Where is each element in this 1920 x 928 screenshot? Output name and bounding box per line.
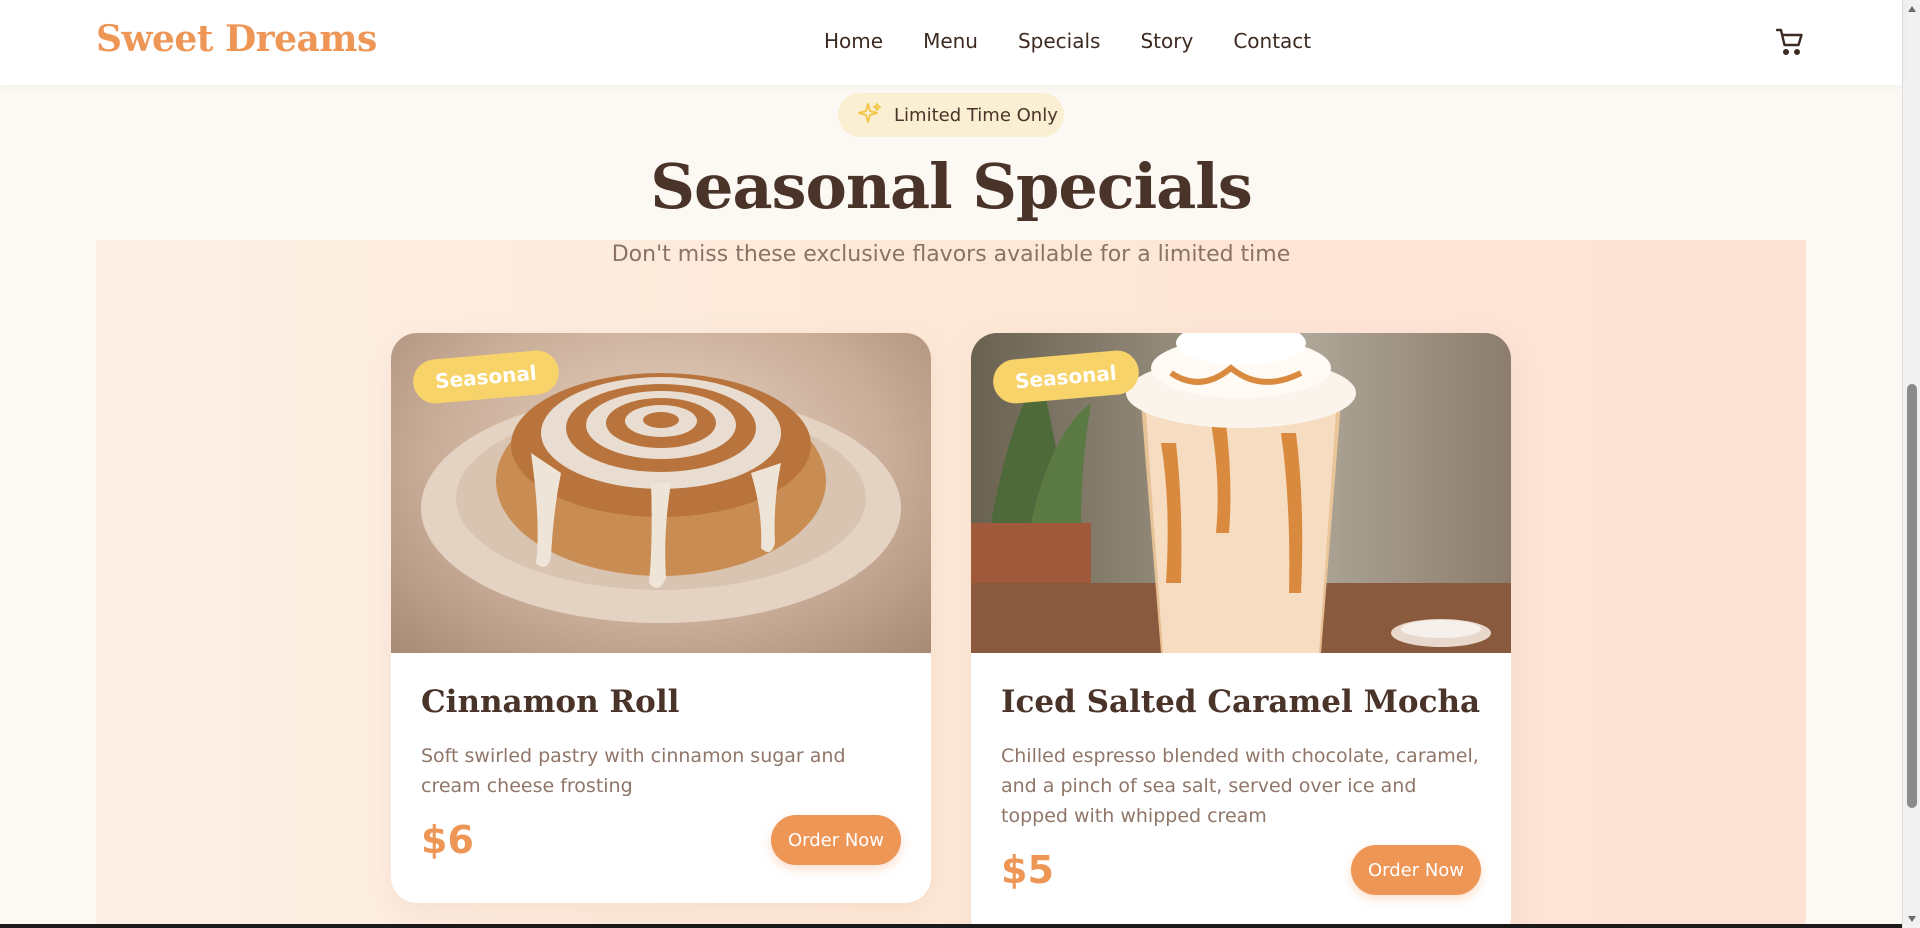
scroll-up-icon[interactable] [1907, 4, 1917, 14]
scroll-down-icon[interactable] [1907, 914, 1917, 924]
order-now-button[interactable]: Order Now [1351, 845, 1481, 895]
nav-menu[interactable]: Menu [923, 29, 978, 53]
iced-mocha-image: Seasonal [971, 333, 1511, 653]
section-title: Seasonal Specials [650, 150, 1253, 223]
limited-time-pill: Limited Time Only [838, 93, 1064, 137]
brand-logo[interactable]: Sweet Dreams [96, 18, 377, 60]
card-body: Iced Salted Caramel Mocha Chilled espres… [971, 653, 1511, 895]
product-card-iced-mocha: Seasonal Iced Salted Caramel Mocha Chill… [971, 333, 1511, 928]
product-description: Chilled espresso blended with chocolate,… [1001, 745, 1479, 827]
nav-specials[interactable]: Specials [1018, 29, 1100, 53]
vertical-scrollbar[interactable] [1902, 0, 1920, 928]
card-footer: $6 Order Now [421, 815, 901, 865]
product-title: Cinnamon Roll [421, 684, 680, 720]
nav-story[interactable]: Story [1140, 29, 1193, 53]
scrollbar-thumb[interactable] [1907, 384, 1917, 808]
cinnamon-roll-image: Seasonal [391, 333, 931, 653]
nav-home[interactable]: Home [824, 29, 883, 53]
product-description: Soft swirled pastry with cinnamon sugar … [421, 745, 846, 797]
pill-label: Limited Time Only [894, 104, 1058, 126]
card-body: Cinnamon Roll Soft swirled pastry with c… [391, 653, 931, 865]
site-header: Sweet Dreams Home Menu Specials Story Co… [0, 0, 1902, 85]
window-bottom-edge [0, 924, 1902, 928]
section-subtitle: Don't miss these exclusive flavors avail… [611, 242, 1291, 267]
page: Sweet Dreams Home Menu Specials Story Co… [0, 0, 1920, 928]
nav-contact[interactable]: Contact [1233, 29, 1311, 53]
product-price: $6 [421, 818, 474, 862]
main-nav: Home Menu Specials Story Contact [824, 29, 1311, 53]
sparkle-icon [856, 101, 884, 129]
card-footer: $5 Order Now [1001, 845, 1481, 895]
cart-icon[interactable] [1774, 26, 1806, 58]
specials-section-bg [96, 240, 1806, 928]
order-now-button[interactable]: Order Now [771, 815, 901, 865]
product-card-cinnamon-roll: Seasonal Cinnamon Roll Soft swirled past… [391, 333, 931, 903]
product-price: $5 [1001, 848, 1054, 892]
product-title: Iced Salted Caramel Mocha [1001, 684, 1481, 720]
